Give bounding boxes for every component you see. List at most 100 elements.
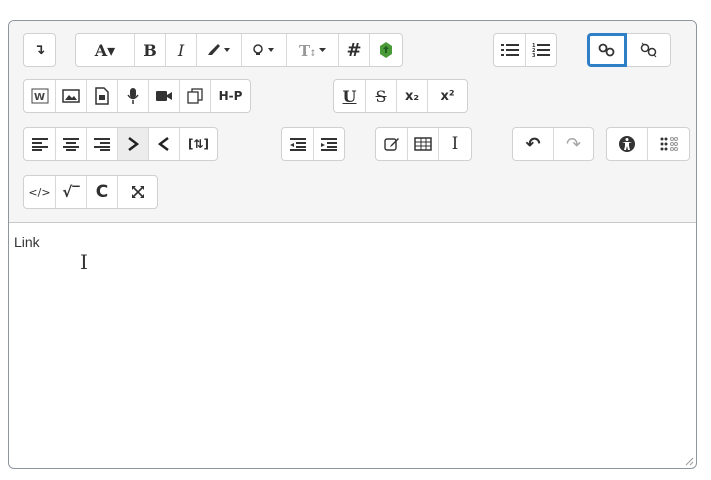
chevron-left-icon	[158, 137, 169, 151]
svg-text:↕: ↕	[309, 49, 317, 58]
unlink-button[interactable]	[627, 33, 671, 67]
unordered-list-button[interactable]	[494, 34, 525, 66]
link-button[interactable]	[587, 33, 627, 67]
unordered-list-icon	[500, 44, 519, 56]
media-file-button[interactable]	[86, 80, 117, 112]
underline-button[interactable]: U	[334, 80, 365, 112]
image-icon	[62, 89, 80, 103]
rich-text-editor: ↴ A▾ B I T ↕ # 1 2 3 W H-P U S x₂ x² [⇅]…	[8, 20, 697, 469]
svg-text:3: 3	[532, 53, 536, 58]
subscript-label: x₂	[404, 88, 420, 104]
bold-button[interactable]: B	[134, 34, 165, 66]
ibeam-label: I	[451, 134, 459, 154]
collapse-icon: ↴	[33, 42, 46, 58]
c-label: C	[95, 182, 109, 202]
font-style-button[interactable]: A▾	[76, 34, 134, 66]
edit-icon	[383, 138, 399, 151]
sqrt-label: √‾	[62, 183, 80, 201]
highlight-button[interactable]	[241, 34, 286, 66]
group-insert: I	[375, 127, 472, 161]
font-size-button[interactable]: T ↕	[286, 34, 338, 66]
redo-button[interactable]: ↷	[553, 128, 593, 160]
indent-button[interactable]	[313, 128, 344, 160]
underline-label: U	[342, 86, 357, 106]
text-color-button[interactable]	[196, 34, 241, 66]
lightbulb-icon	[253, 44, 274, 55]
group-code-math: </> √‾ C	[23, 175, 158, 209]
align-center-icon	[63, 138, 79, 151]
equation-button[interactable]: √‾	[55, 176, 86, 208]
unlink-icon	[640, 42, 656, 58]
image-button[interactable]	[55, 80, 86, 112]
superscript-button[interactable]: x²	[427, 80, 467, 112]
table-button[interactable]	[407, 128, 438, 160]
italic-label: I	[177, 40, 185, 60]
screenreader-helper-button[interactable]	[647, 128, 689, 160]
link-icon	[598, 43, 615, 57]
outdent-icon	[289, 138, 306, 151]
record-video-button[interactable]	[148, 80, 179, 112]
outdent-button[interactable]	[282, 128, 313, 160]
chevron-right-icon	[128, 137, 139, 151]
ordered-list-icon: 1 2 3	[532, 43, 550, 58]
copy-files-icon	[187, 88, 203, 104]
subscript-button[interactable]: x₂	[396, 80, 427, 112]
html-code-button[interactable]: </>	[24, 176, 55, 208]
strikethrough-button[interactable]: S	[365, 80, 396, 112]
table-icon	[414, 137, 432, 151]
group-collapse: ↴	[23, 33, 56, 67]
strikethrough-label: S	[375, 86, 387, 106]
editor-content[interactable]: Link	[14, 234, 40, 250]
align-right-button[interactable]	[86, 128, 117, 160]
chemistry-button[interactable]: C	[86, 176, 117, 208]
group-alignment: [⇅]	[23, 127, 218, 161]
align-left-button[interactable]	[24, 128, 55, 160]
text-cursor-icon: I	[80, 250, 88, 274]
ltr-button[interactable]	[117, 128, 148, 160]
hashtag-button[interactable]: #	[338, 34, 369, 66]
group-history: ↶ ↷	[512, 127, 594, 161]
microphone-icon	[127, 88, 139, 104]
align-left-icon	[31, 138, 48, 151]
bold-label: B	[143, 40, 157, 60]
svg-text:W: W	[34, 92, 45, 103]
accessibility-icon	[619, 136, 635, 152]
media-file-icon	[95, 87, 109, 105]
editor-toolbar: ↴ A▾ B I T ↕ # 1 2 3 W H-P U S x₂ x² [⇅]…	[9, 21, 696, 223]
font-style-label: A▾	[94, 40, 116, 60]
video-camera-icon	[156, 91, 172, 101]
group-indent	[281, 127, 345, 161]
text-size-icon: T ↕	[299, 42, 326, 58]
code-label: </>	[28, 185, 51, 199]
recycle-button[interactable]	[369, 34, 402, 66]
h5p-label: H-P	[218, 89, 243, 103]
undo-button[interactable]: ↶	[513, 128, 553, 160]
align-center-button[interactable]	[55, 128, 86, 160]
superscript-label: x²	[440, 88, 455, 104]
group-accessibility	[606, 127, 690, 161]
group-lists: 1 2 3	[493, 33, 557, 67]
group-media: W H-P	[23, 79, 251, 113]
clear-formatting-button[interactable]: I	[438, 128, 471, 160]
rtl-button[interactable]	[148, 128, 179, 160]
manage-files-button[interactable]	[179, 80, 210, 112]
align-right-icon	[94, 138, 110, 151]
equation-bracket-button[interactable]: [⇅]	[179, 128, 217, 160]
word-icon: W	[31, 88, 48, 104]
ordered-list-button[interactable]: 1 2 3	[525, 34, 556, 66]
accessibility-checker-button[interactable]	[607, 128, 647, 160]
brush-icon	[208, 44, 230, 55]
edit-html-button[interactable]	[376, 128, 407, 160]
undo-icon: ↶	[525, 133, 541, 155]
word-import-button[interactable]: W	[24, 80, 55, 112]
fullscreen-button[interactable]	[117, 176, 157, 208]
collapse-toolbar-button[interactable]: ↴	[24, 34, 55, 66]
h5p-button[interactable]: H-P	[210, 80, 250, 112]
indent-icon	[321, 138, 337, 151]
recycle-icon	[380, 42, 392, 58]
redo-icon: ↷	[565, 133, 582, 155]
italic-button[interactable]: I	[165, 34, 196, 66]
record-audio-button[interactable]	[117, 80, 148, 112]
bracket-label: [⇅]	[187, 137, 210, 151]
resize-grip-icon[interactable]	[684, 456, 694, 466]
